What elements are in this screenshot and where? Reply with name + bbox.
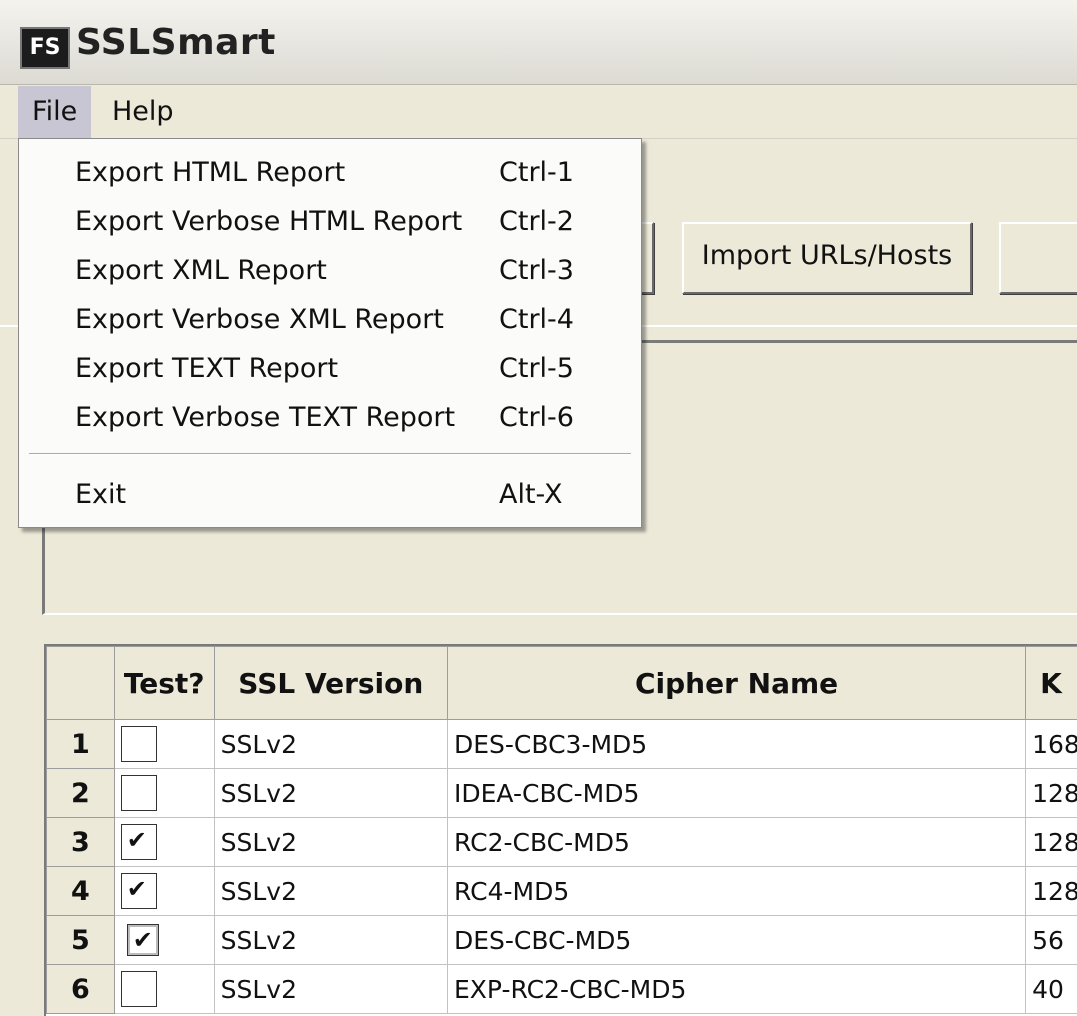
cell-cipher-name: RC2-CBC-MD5 [448,818,1026,867]
menu-item-label: Export TEXT Report [75,345,338,393]
column-header-rownum [47,647,115,720]
cell-key-length: 168 [1026,720,1077,769]
test-checkbox[interactable] [121,873,157,909]
table-header-row: Test? SSL Version Cipher Name K [47,647,1077,720]
cell-cipher-name: EXP-RC2-CBC-MD5 [448,965,1026,1014]
menu-item-export-verbose-html[interactable]: Export Verbose HTML Report Ctrl-2 [19,198,641,246]
table-row[interactable]: 3 SSLv2 RC2-CBC-MD5 128 [47,818,1077,867]
cell-cipher-name: RC4-MD5 [448,867,1026,916]
column-header-key-length[interactable]: K [1026,647,1077,720]
cell-cipher-name: DES-CBC3-MD5 [448,720,1026,769]
table-row[interactable]: 5 SSLv2 DES-CBC-MD5 56 [47,916,1077,965]
menu-item-exit[interactable]: Exit Alt-X [19,471,641,519]
import-urls-hosts-button[interactable]: Import URLs/Hosts [682,222,972,294]
menu-item-shortcut: Ctrl-5 [499,345,574,393]
cipher-grid: Test? SSL Version Cipher Name K 1 SSLv2 … [44,644,1077,1016]
column-header-ssl-version[interactable]: SSL Version [214,647,447,720]
cell-ssl-version: SSLv2 [214,916,447,965]
menu-item-label: Export Verbose TEXT Report [75,394,455,442]
cell-cipher-name: DES-CBC-MD5 [448,916,1026,965]
cell-key-length: 128 [1026,769,1077,818]
cell-key-length: 56 [1026,916,1077,965]
table-row[interactable]: 1 SSLv2 DES-CBC3-MD5 168 [47,720,1077,769]
menu-item-export-verbose-text[interactable]: Export Verbose TEXT Report Ctrl-6 [19,394,641,442]
toolbar-button-partial[interactable] [999,222,1077,294]
menu-help[interactable]: Help [98,86,188,138]
test-checkbox[interactable] [121,726,157,762]
column-header-test[interactable]: Test? [114,647,214,720]
test-checkbox[interactable] [127,924,159,956]
menu-item-shortcut: Ctrl-4 [499,296,574,344]
cell-ssl-version: SSLv2 [214,818,447,867]
menu-file[interactable]: File [18,86,91,138]
cell-ssl-version: SSLv2 [214,867,447,916]
menu-item-label: Exit [75,471,126,519]
window-title: SSLSmart [76,22,276,63]
menu-item-shortcut: Alt-X [499,471,562,519]
menu-item-export-html[interactable]: Export HTML Report Ctrl-1 [19,149,641,197]
test-checkbox[interactable] [121,775,157,811]
menu-item-label: Export Verbose XML Report [75,296,444,344]
menu-item-export-verbose-xml[interactable]: Export Verbose XML Report Ctrl-4 [19,296,641,344]
menu-item-shortcut: Ctrl-2 [499,198,574,246]
menu-separator [29,453,631,455]
menu-item-shortcut: Ctrl-6 [499,394,574,442]
table-row[interactable]: 6 SSLv2 EXP-RC2-CBC-MD5 40 [47,965,1077,1014]
cell-cipher-name: IDEA-CBC-MD5 [448,769,1026,818]
cipher-table: Test? SSL Version Cipher Name K 1 SSLv2 … [46,646,1077,1014]
cell-ssl-version: SSLv2 [214,769,447,818]
row-number: 2 [47,769,115,818]
cell-ssl-version: SSLv2 [214,965,447,1014]
table-row[interactable]: 4 SSLv2 RC4-MD5 128 [47,867,1077,916]
menu-bar: File Help [0,86,1077,139]
table-row[interactable]: 2 SSLv2 IDEA-CBC-MD5 128 [47,769,1077,818]
test-checkbox[interactable] [121,824,157,860]
menu-item-shortcut: Ctrl-1 [499,149,574,197]
row-number: 4 [47,867,115,916]
menu-item-label: Export Verbose HTML Report [75,198,462,246]
menu-item-shortcut: Ctrl-3 [499,247,574,295]
cell-key-length: 128 [1026,818,1077,867]
cell-ssl-version: SSLv2 [214,720,447,769]
row-number: 6 [47,965,115,1014]
menu-item-export-xml[interactable]: Export XML Report Ctrl-3 [19,247,641,295]
test-checkbox[interactable] [121,971,157,1007]
cell-key-length: 128 [1026,867,1077,916]
column-header-cipher-name[interactable]: Cipher Name [448,647,1026,720]
menu-item-label: Export XML Report [75,247,327,295]
cell-key-length: 40 [1026,965,1077,1014]
row-number: 3 [47,818,115,867]
title-bar: FS SSLSmart [0,0,1077,85]
menu-item-export-text[interactable]: Export TEXT Report Ctrl-5 [19,345,641,393]
row-number: 1 [47,720,115,769]
app-icon: FS [20,27,70,69]
row-number: 5 [47,916,115,965]
menu-item-label: Export HTML Report [75,149,345,197]
file-menu-dropdown: Export HTML Report Ctrl-1 Export Verbose… [18,138,642,528]
